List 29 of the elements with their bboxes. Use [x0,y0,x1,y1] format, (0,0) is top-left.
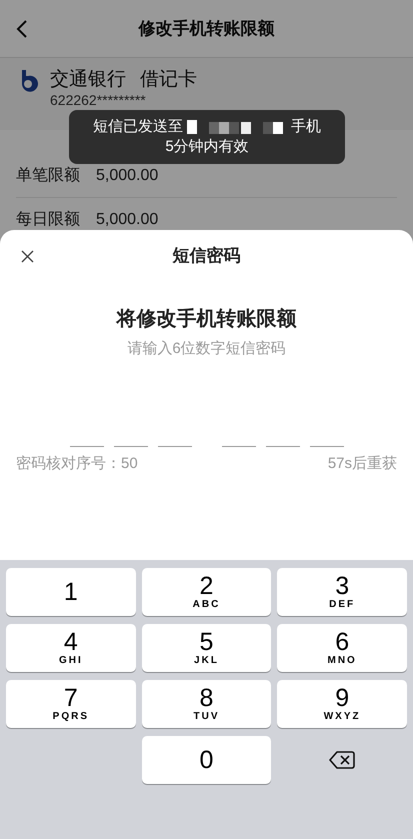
sheet-heading: 将修改手机转账限额 [114,306,298,332]
limit-value: 5,000.00 [96,166,158,184]
keypad-key[interactable]: 3 DEF [277,568,407,616]
toast-text: 手机 [291,117,321,137]
toast-text: 5分钟内有效 [165,137,249,157]
page-title: 修改手机转账限额 [138,18,274,40]
bank-name: 交通银行 [50,68,126,92]
keypad-key[interactable]: 9 WXYZ [277,680,407,728]
limit-value: 5,000.00 [96,210,158,228]
toast-text: 短信已发送至 [93,117,183,137]
keypad-key[interactable]: 2 ABC [142,568,272,616]
serial-number-text: 密码核对序号：50 [16,454,138,474]
limit-label: 每日限额 [16,210,80,228]
resend-countdown: 57s后重获 [328,454,397,474]
keypad-key[interactable]: 6 MNO [277,624,407,672]
back-icon[interactable] [16,18,28,38]
close-icon[interactable] [21,250,34,262]
keypad-key[interactable]: 5 JKL [142,624,272,672]
sheet-title: 短信密码 [172,245,240,268]
keypad-key[interactable]: 0 [142,736,272,784]
backspace-icon [329,750,356,770]
sheet-hint: 请输入6位数字短信密码 [126,339,287,359]
card-number: 622262********* [50,92,147,108]
card-type: 借记卡 [140,68,197,92]
keypad-key[interactable]: 7 PQRS [6,680,136,728]
keypad-key[interactable]: 1 [6,568,136,616]
limit-label: 单笔限额 [16,166,80,184]
keypad-key[interactable]: 8 TUV [142,680,272,728]
keypad-key[interactable]: 4 GHI [6,624,136,672]
